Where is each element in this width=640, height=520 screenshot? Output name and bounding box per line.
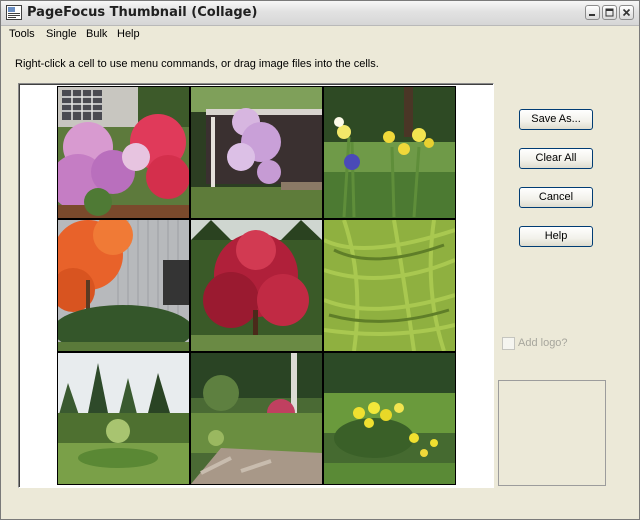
close-icon: [622, 8, 631, 17]
minimize-icon: [589, 14, 595, 16]
logo-preview-box: [498, 380, 606, 486]
menu-bar: Tools Single Bulk Help: [1, 26, 639, 44]
collage-image-4: [58, 220, 189, 351]
add-logo-label: Add logo?: [518, 337, 568, 349]
save-as-button[interactable]: Save As...: [519, 109, 593, 130]
collage-cell-2[interactable]: [191, 87, 322, 218]
collage-image-9: [324, 353, 455, 484]
menu-bulk[interactable]: Bulk: [86, 28, 107, 40]
collage-cell-9[interactable]: [324, 353, 455, 484]
minimize-button[interactable]: [585, 5, 600, 20]
maximize-button[interactable]: [602, 5, 617, 20]
collage-image-2: [191, 87, 322, 218]
title-bar[interactable]: PageFocus Thumbnail (Collage): [1, 1, 639, 26]
window-title: PageFocus Thumbnail (Collage): [27, 5, 258, 20]
collage-grid: [57, 86, 456, 485]
collage-cell-4[interactable]: [58, 220, 189, 351]
collage-image-1: [58, 87, 189, 218]
app-window: PageFocus Thumbnail (Collage) Tools Sing…: [0, 0, 640, 520]
collage-cell-7[interactable]: [58, 353, 189, 484]
collage-image-7: [58, 353, 189, 484]
help-button[interactable]: Help: [519, 226, 593, 247]
collage-image-5: [191, 220, 322, 351]
clear-all-button[interactable]: Clear All: [519, 148, 593, 169]
collage-image-3: [324, 87, 455, 218]
cancel-button[interactable]: Cancel: [519, 187, 593, 208]
close-button[interactable]: [619, 5, 634, 20]
add-logo-checkbox[interactable]: [502, 337, 515, 350]
menu-tools[interactable]: Tools: [9, 28, 35, 40]
maximize-icon: [605, 8, 614, 17]
collage-cell-5[interactable]: [191, 220, 322, 351]
collage-cell-8[interactable]: [191, 353, 322, 484]
collage-image-6: [324, 220, 455, 351]
instructions-text: Right-click a cell to use menu commands,…: [15, 58, 379, 70]
menu-single[interactable]: Single: [46, 28, 77, 40]
collage-cell-1[interactable]: [58, 87, 189, 218]
app-thumbnail-icon: [6, 5, 22, 20]
collage-image-8: [191, 353, 322, 484]
collage-cell-3[interactable]: [324, 87, 455, 218]
menu-help[interactable]: Help: [117, 28, 140, 40]
collage-cell-6[interactable]: [324, 220, 455, 351]
